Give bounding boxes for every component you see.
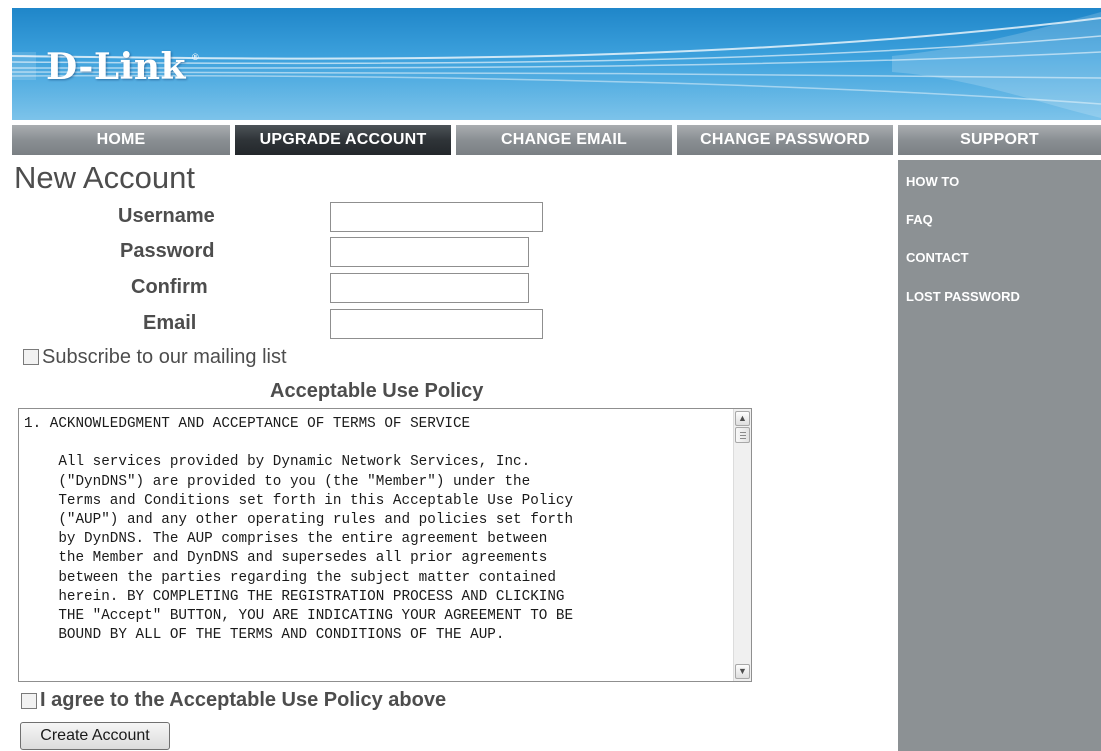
subscribe-label: Subscribe to our mailing list [42,346,287,368]
dlink-logo[interactable]: D-Link [46,46,186,88]
scroll-thumb[interactable] [735,427,750,443]
agree-checkbox[interactable] [21,693,37,709]
password-label: Password [120,240,215,262]
subscribe-checkbox[interactable] [23,349,39,365]
confirm-label: Confirm [131,276,208,298]
nav-upgrade-account[interactable]: UPGRADE ACCOUNT [235,125,451,155]
support-sidebar: HOW TO FAQ CONTACT LOST PASSWORD [898,160,1101,751]
username-label: Username [118,205,215,227]
header-banner: D-Link ® [12,8,1101,120]
email-input[interactable] [330,309,543,339]
aup-text: 1. ACKNOWLEDGMENT AND ACCEPTANCE OF TERM… [24,416,574,644]
scroll-down-arrow-icon[interactable]: ▼ [735,664,750,679]
nav-change-email[interactable]: CHANGE EMAIL [456,125,672,155]
nav-home[interactable]: HOME [12,125,230,155]
email-label: Email [143,312,197,334]
registered-mark: ® [192,52,199,62]
sidebar-link-how-to[interactable]: HOW TO [906,174,959,189]
nav-support[interactable]: SUPPORT [898,125,1101,155]
scroll-up-arrow-icon[interactable]: ▲ [735,411,750,426]
username-input[interactable] [330,202,543,232]
page-title: New Account [14,160,195,195]
confirm-password-input[interactable] [330,273,529,303]
aup-scrollbar[interactable]: ▲ ▼ [733,409,751,681]
sidebar-link-contact[interactable]: CONTACT [906,250,969,265]
sidebar-link-lost-password[interactable]: LOST PASSWORD [906,289,1020,304]
aup-textarea[interactable]: 1. ACKNOWLEDGMENT AND ACCEPTANCE OF TERM… [18,408,752,682]
create-account-button[interactable]: Create Account [20,722,170,750]
agree-label: I agree to the Acceptable Use Policy abo… [40,689,447,711]
sidebar-link-faq[interactable]: FAQ [906,212,933,227]
password-input[interactable] [330,237,529,267]
nav-change-password[interactable]: CHANGE PASSWORD [677,125,893,155]
aup-title: Acceptable Use Policy [270,380,484,402]
